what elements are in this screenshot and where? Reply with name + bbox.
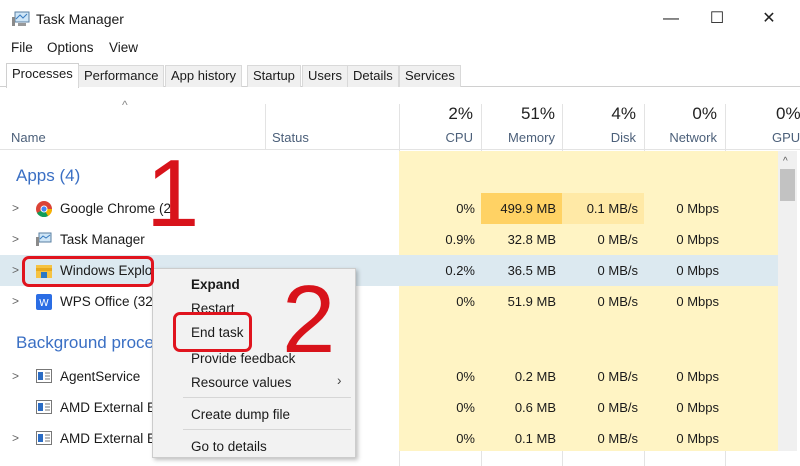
wps-icon: W	[36, 294, 52, 310]
menu-go-to-details[interactable]: Go to details	[191, 439, 267, 454]
memory-value: 0.1 MB	[514, 431, 556, 446]
expand-chevron-icon[interactable]: >	[12, 193, 19, 224]
sort-ascending-icon: ^	[122, 98, 128, 112]
cpu-value: 0%	[456, 201, 475, 216]
tab-startup[interactable]: Startup	[247, 65, 301, 87]
memory-value: 32.8 MB	[507, 232, 556, 247]
memory-value: 0.2 MB	[514, 369, 556, 384]
maximize-button[interactable]: ☐	[694, 4, 740, 34]
expand-chevron-icon[interactable]: >	[12, 423, 19, 454]
tab-services[interactable]: Services	[399, 65, 461, 87]
scrollbar[interactable]: ^	[778, 151, 797, 451]
memory-value: 36.5 MB	[507, 263, 556, 278]
expand-chevron-icon[interactable]: >	[12, 255, 19, 286]
submenu-arrow-icon: ›	[337, 373, 342, 388]
group-apps: Apps (4)	[16, 166, 81, 185]
service-icon	[36, 369, 52, 385]
network-value: 0 Mbps	[676, 201, 719, 216]
process-name: WPS Office (32	[60, 294, 153, 309]
disk-value: 0 MB/s	[597, 431, 638, 446]
highlight-end-task	[173, 312, 252, 352]
process-row[interactable]: AMD External E 0% 0.6 MB 0 MB/s 0 Mbps	[0, 392, 778, 423]
column-header: ^ Name Status 2% CPU 51% Memory 4% Disk …	[0, 88, 800, 466]
service-icon	[36, 400, 52, 416]
menu-view[interactable]: View	[109, 40, 138, 55]
process-row[interactable]: > AgentService 0% 0.2 MB 0 MB/s 0 Mbps	[0, 361, 778, 392]
disk-value: 0 MB/s	[597, 294, 638, 309]
cpu-value: 0%	[456, 400, 475, 415]
window-title: Task Manager	[36, 11, 124, 27]
network-total: 0%	[692, 104, 717, 123]
process-row[interactable]: > AMD External E 0% 0.1 MB 0 MB/s 0 Mbps	[0, 423, 778, 454]
minimize-button[interactable]: —	[648, 4, 694, 34]
menu-options[interactable]: Options	[47, 40, 94, 55]
column-disk[interactable]: Disk	[611, 130, 636, 145]
disk-value: 0.1 MB/s	[562, 193, 644, 224]
cpu-value: 0%	[456, 369, 475, 384]
gpu-total: 0%	[776, 104, 800, 123]
cpu-value: 0.9%	[445, 232, 475, 247]
tab-users[interactable]: Users	[302, 65, 348, 87]
tab-details[interactable]: Details	[347, 65, 399, 87]
group-background: Background proce	[16, 333, 154, 352]
process-name: AgentService	[60, 369, 141, 384]
process-name: AMD External E	[60, 400, 157, 415]
process-name: AMD External E	[60, 431, 157, 446]
cpu-value: 0%	[456, 294, 475, 309]
disk-value: 0 MB/s	[597, 232, 638, 247]
expand-chevron-icon[interactable]: >	[12, 224, 19, 255]
chrome-icon	[36, 201, 53, 218]
step-2-label: 2	[282, 266, 336, 373]
cpu-value: 0%	[456, 431, 475, 446]
svg-text:W: W	[39, 298, 49, 309]
tab-bar: Processes Performance App history Startu…	[0, 63, 800, 88]
memory-value: 0.6 MB	[514, 400, 556, 415]
service-icon	[36, 431, 52, 447]
process-name: Task Manager	[60, 232, 145, 247]
highlight-windows-explorer	[22, 256, 154, 287]
menu-provide-feedback[interactable]: Provide feedback	[191, 351, 295, 366]
task-manager-icon	[36, 232, 52, 248]
network-value: 0 Mbps	[676, 431, 719, 446]
cpu-total: 2%	[448, 104, 473, 123]
cpu-value: 0.2%	[445, 263, 475, 278]
expand-chevron-icon[interactable]: >	[12, 286, 19, 317]
tab-app-history[interactable]: App history	[165, 65, 243, 87]
memory-total: 51%	[520, 104, 555, 123]
title-bar: Task Manager — ☐ ✕	[0, 0, 800, 38]
memory-value: 51.9 MB	[507, 294, 556, 309]
column-network[interactable]: Network	[669, 130, 717, 145]
menu-file[interactable]: File	[11, 40, 33, 55]
process-row[interactable]: > Task Manager 0.9% 32.8 MB 0 MB/s 0 Mbp…	[0, 224, 778, 255]
column-gpu[interactable]: GPU	[772, 130, 800, 145]
scroll-thumb[interactable]	[780, 169, 795, 201]
disk-value: 0 MB/s	[597, 263, 638, 278]
menu-create-dump[interactable]: Create dump file	[191, 407, 290, 422]
expand-chevron-icon[interactable]: >	[12, 361, 19, 392]
disk-value: 0 MB/s	[597, 369, 638, 384]
tab-processes[interactable]: Processes	[6, 63, 79, 88]
process-row[interactable]: > W WPS Office (32 0% 51.9 MB 0 MB/s 0 Mb…	[0, 286, 778, 317]
disk-value: 0 MB/s	[597, 400, 638, 415]
network-value: 0 Mbps	[676, 232, 719, 247]
menu-expand[interactable]: Expand	[191, 277, 240, 292]
network-value: 0 Mbps	[676, 400, 719, 415]
network-value: 0 Mbps	[676, 369, 719, 384]
column-name[interactable]: Name	[11, 130, 46, 145]
column-cpu[interactable]: CPU	[446, 130, 473, 145]
network-value: 0 Mbps	[676, 263, 719, 278]
column-memory[interactable]: Memory	[508, 130, 555, 145]
process-row[interactable]: > Google Chrome (24 0% 499.9 MB 0.1 MB/s…	[0, 193, 778, 224]
menu-resource-values[interactable]: Resource values	[191, 375, 292, 390]
task-manager-icon	[12, 11, 30, 26]
disk-total: 4%	[611, 104, 636, 123]
column-status[interactable]: Status	[272, 130, 309, 145]
network-value: 0 Mbps	[676, 294, 719, 309]
close-button[interactable]: ✕	[746, 4, 792, 34]
step-1-label: 1	[146, 140, 200, 247]
memory-value: 499.9 MB	[481, 193, 562, 224]
scroll-up-icon[interactable]: ^	[783, 156, 788, 167]
tab-performance[interactable]: Performance	[78, 65, 165, 87]
